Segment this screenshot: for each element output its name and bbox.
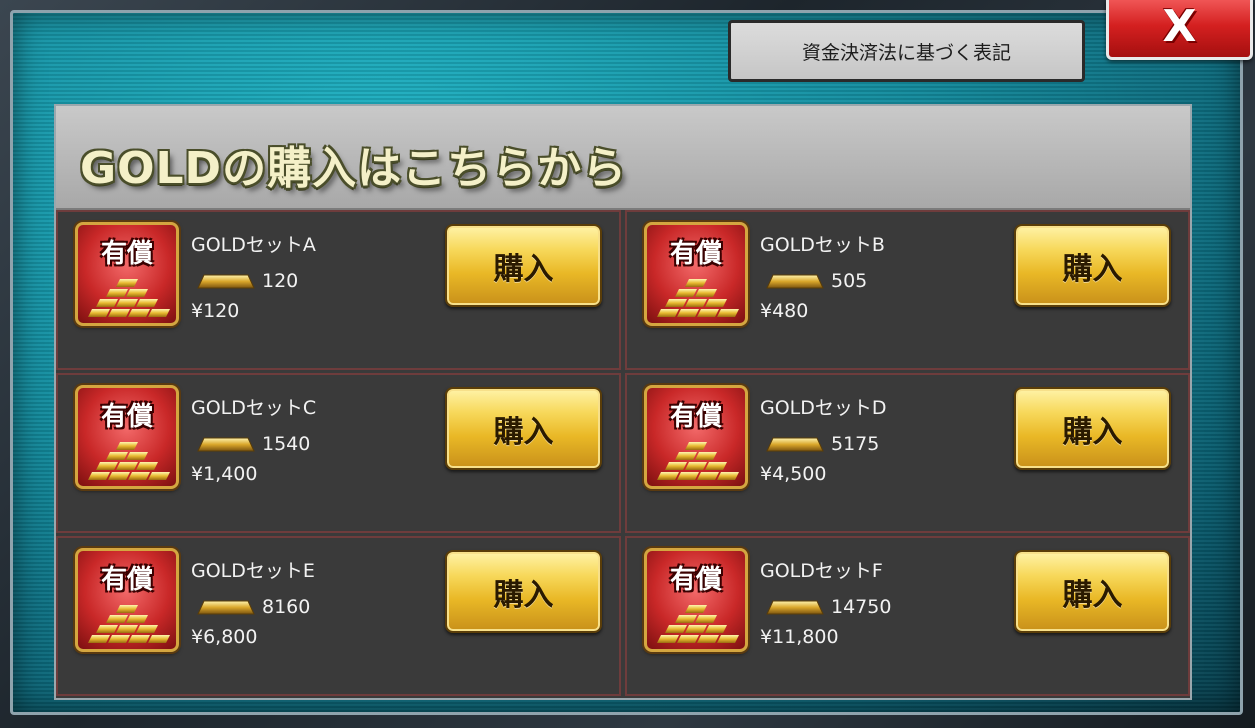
gold-amount-row: 1540 xyxy=(196,431,310,457)
page-title: GOLDの購入はこちらから xyxy=(80,143,628,194)
gold-pack-icon: 有償 xyxy=(644,385,748,489)
gold-set-price: ¥1,400 xyxy=(191,463,258,485)
gold-bars-icon xyxy=(88,442,170,480)
close-icon: X xyxy=(1162,1,1197,52)
gold-bar-icon xyxy=(197,437,255,452)
paid-badge: 有償 xyxy=(669,402,722,432)
paid-badge: 有償 xyxy=(100,402,153,432)
gold-set-price: ¥4,500 xyxy=(760,463,827,485)
buy-label: 購入 xyxy=(493,414,554,450)
buy-button[interactable]: 購入 xyxy=(1014,550,1171,633)
buy-label: 購入 xyxy=(493,251,554,287)
gold-bar-icon xyxy=(766,437,824,452)
gold-pack-icon: 有償 xyxy=(75,222,179,326)
gold-set-name: GOLDセットC xyxy=(191,397,317,419)
gold-set-name: GOLDセットA xyxy=(191,234,316,256)
gold-amount-row: 8160 xyxy=(196,594,310,620)
gold-set-grid: 有償 GOLDセットA 120 ¥120 購入 有償 GOLDセットB 505 … xyxy=(56,210,1190,698)
gold-pack-icon: 有償 xyxy=(75,385,179,489)
gold-amount: 14750 xyxy=(831,596,892,618)
legal-notice-button[interactable]: 資金決済法に基づく表記 xyxy=(728,20,1085,82)
gold-bars-icon xyxy=(657,442,739,480)
gold-bars-icon xyxy=(88,279,170,317)
gold-set-price: ¥6,800 xyxy=(191,626,258,648)
gold-set-item: 有償 GOLDセットB 505 ¥480 購入 xyxy=(625,210,1190,370)
gold-set-item: 有償 GOLDセットC 1540 ¥1,400 購入 xyxy=(56,373,621,533)
paid-badge: 有償 xyxy=(669,239,722,269)
paid-badge: 有償 xyxy=(100,239,153,269)
gold-bars-icon xyxy=(657,279,739,317)
gold-pack-icon: 有償 xyxy=(644,548,748,652)
shop-header: GOLDの購入はこちらから xyxy=(56,106,1190,210)
gold-set-item: 有償 GOLDセットF 14750 ¥11,800 購入 xyxy=(625,536,1190,696)
gold-pack-icon: 有償 xyxy=(75,548,179,652)
gold-amount: 120 xyxy=(262,270,299,292)
buy-button[interactable]: 購入 xyxy=(1014,387,1171,470)
gold-bars-icon xyxy=(657,605,739,643)
gold-bar-icon xyxy=(197,600,255,615)
buy-label: 購入 xyxy=(1062,251,1123,287)
gold-amount: 5175 xyxy=(831,433,880,455)
gold-set-price: ¥120 xyxy=(191,300,240,322)
gold-amount: 505 xyxy=(831,270,868,292)
gold-set-name: GOLDセットE xyxy=(191,560,315,582)
gold-amount-row: 5175 xyxy=(765,431,879,457)
close-button[interactable]: X xyxy=(1106,0,1253,60)
gold-set-name: GOLDセットF xyxy=(760,560,883,582)
gold-amount-row: 120 xyxy=(196,268,298,294)
gold-pack-icon: 有償 xyxy=(644,222,748,326)
buy-button[interactable]: 購入 xyxy=(1014,224,1171,307)
buy-button[interactable]: 購入 xyxy=(445,387,602,470)
buy-label: 購入 xyxy=(493,577,554,613)
paid-badge: 有償 xyxy=(669,565,722,595)
legal-notice-label: 資金決済法に基づく表記 xyxy=(801,41,1011,64)
gold-set-price: ¥11,800 xyxy=(760,626,839,648)
paid-badge: 有償 xyxy=(100,565,153,595)
buy-button[interactable]: 購入 xyxy=(445,224,602,307)
gold-set-item: 有償 GOLDセットA 120 ¥120 購入 xyxy=(56,210,621,370)
gold-bar-icon xyxy=(766,274,824,289)
gold-bar-icon xyxy=(197,274,255,289)
gold-set-name: GOLDセットB xyxy=(760,234,885,256)
gold-set-item: 有償 GOLDセットD 5175 ¥4,500 購入 xyxy=(625,373,1190,533)
buy-label: 購入 xyxy=(1062,577,1123,613)
gold-set-name: GOLDセットD xyxy=(760,397,887,419)
gold-set-price: ¥480 xyxy=(760,300,809,322)
gold-amount-row: 14750 xyxy=(765,594,891,620)
gold-bars-icon xyxy=(88,605,170,643)
buy-button[interactable]: 購入 xyxy=(445,550,602,633)
gold-amount-row: 505 xyxy=(765,268,867,294)
gold-set-item: 有償 GOLDセットE 8160 ¥6,800 購入 xyxy=(56,536,621,696)
gold-amount: 8160 xyxy=(262,596,311,618)
gold-amount: 1540 xyxy=(262,433,311,455)
gold-bar-icon xyxy=(766,600,824,615)
gold-shop-box: GOLDの購入はこちらから 有償 GOLDセットA 120 ¥120 購入 有償… xyxy=(54,104,1192,700)
buy-label: 購入 xyxy=(1062,414,1123,450)
